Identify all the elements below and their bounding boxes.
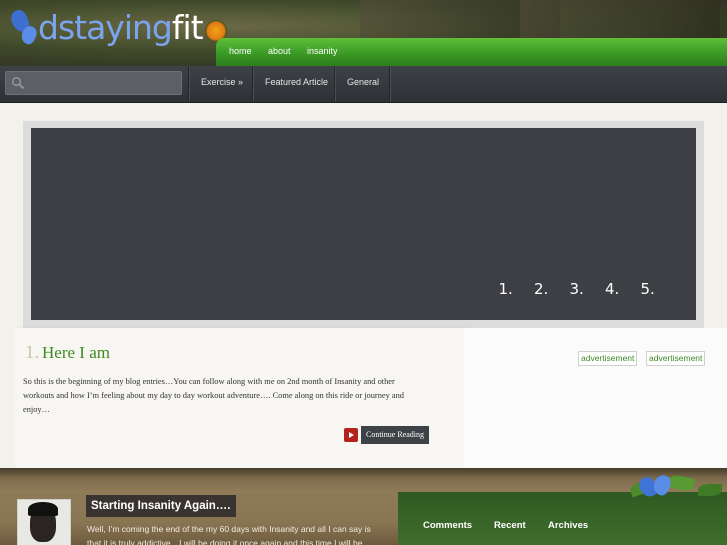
site-header: dstayingfit home about insanity — [0, 0, 727, 66]
advertisement-box[interactable]: advertisement — [578, 351, 638, 366]
logo-text-suffix: fit — [171, 8, 204, 47]
tab-recent[interactable]: Recent — [494, 520, 526, 531]
slider-page-5[interactable]: 5. — [641, 280, 677, 298]
continue-reading-label: Continue Reading — [361, 426, 429, 444]
continue-reading-button[interactable]: Continue Reading — [344, 426, 429, 444]
tab-archives[interactable]: Archives — [548, 520, 588, 531]
logo-text: dstayingfit — [38, 8, 204, 48]
sidebar: advertisement advertisement — [464, 328, 727, 468]
nav-link-home[interactable]: home — [229, 46, 252, 56]
post-title[interactable]: Here I am — [42, 343, 110, 363]
featured-slider-frame: 1. 2. 3. 4. 5. — [23, 121, 704, 328]
butterfly-icon — [8, 7, 42, 48]
slider-page-4[interactable]: 4. — [605, 280, 641, 298]
featured-slider[interactable]: 1. 2. 3. 4. 5. — [31, 128, 696, 320]
category-divider — [389, 66, 391, 102]
slider-page-3[interactable]: 3. — [570, 280, 606, 298]
site-footer: Starting Insanity Again…. Well, I’m comi… — [0, 468, 727, 545]
site-logo[interactable]: dstayingfit — [8, 6, 227, 50]
tab-comments[interactable]: Comments — [423, 520, 472, 531]
slider-pagination: 1. 2. 3. 4. 5. — [499, 280, 677, 298]
category-general[interactable]: General — [334, 66, 397, 102]
post-area: 1. Here I am So this is the beginning of… — [15, 328, 465, 468]
category-bar: Exercise » Featured Article General — [0, 66, 727, 103]
advertisement-box[interactable]: advertisement — [646, 351, 706, 366]
play-arrow-icon — [344, 428, 358, 442]
nav-link-about[interactable]: about — [268, 46, 291, 56]
top-navigation: home about insanity — [216, 38, 727, 66]
slider-page-2[interactable]: 2. — [534, 280, 570, 298]
recent-post-text: Well, I’m coming the end of the my 60 da… — [87, 524, 371, 545]
search-box — [5, 71, 182, 95]
recent-post-title[interactable]: Starting Insanity Again…. — [86, 495, 236, 517]
post-number: 1. — [25, 342, 40, 363]
magnifier-icon[interactable] — [11, 76, 25, 90]
nav-link-insanity[interactable]: insanity — [307, 46, 338, 56]
slider-page-1[interactable]: 1. — [499, 280, 535, 298]
search-input[interactable] — [30, 74, 179, 92]
footer-shadow — [0, 468, 727, 478]
category-featured-article[interactable]: Featured Article — [252, 66, 335, 102]
logo-text-prefix: dstaying — [38, 8, 173, 47]
post-excerpt: So this is the beginning of my blog entr… — [23, 377, 404, 414]
avatar — [17, 499, 71, 545]
footer-tabs: Comments Recent Archives — [398, 492, 727, 545]
